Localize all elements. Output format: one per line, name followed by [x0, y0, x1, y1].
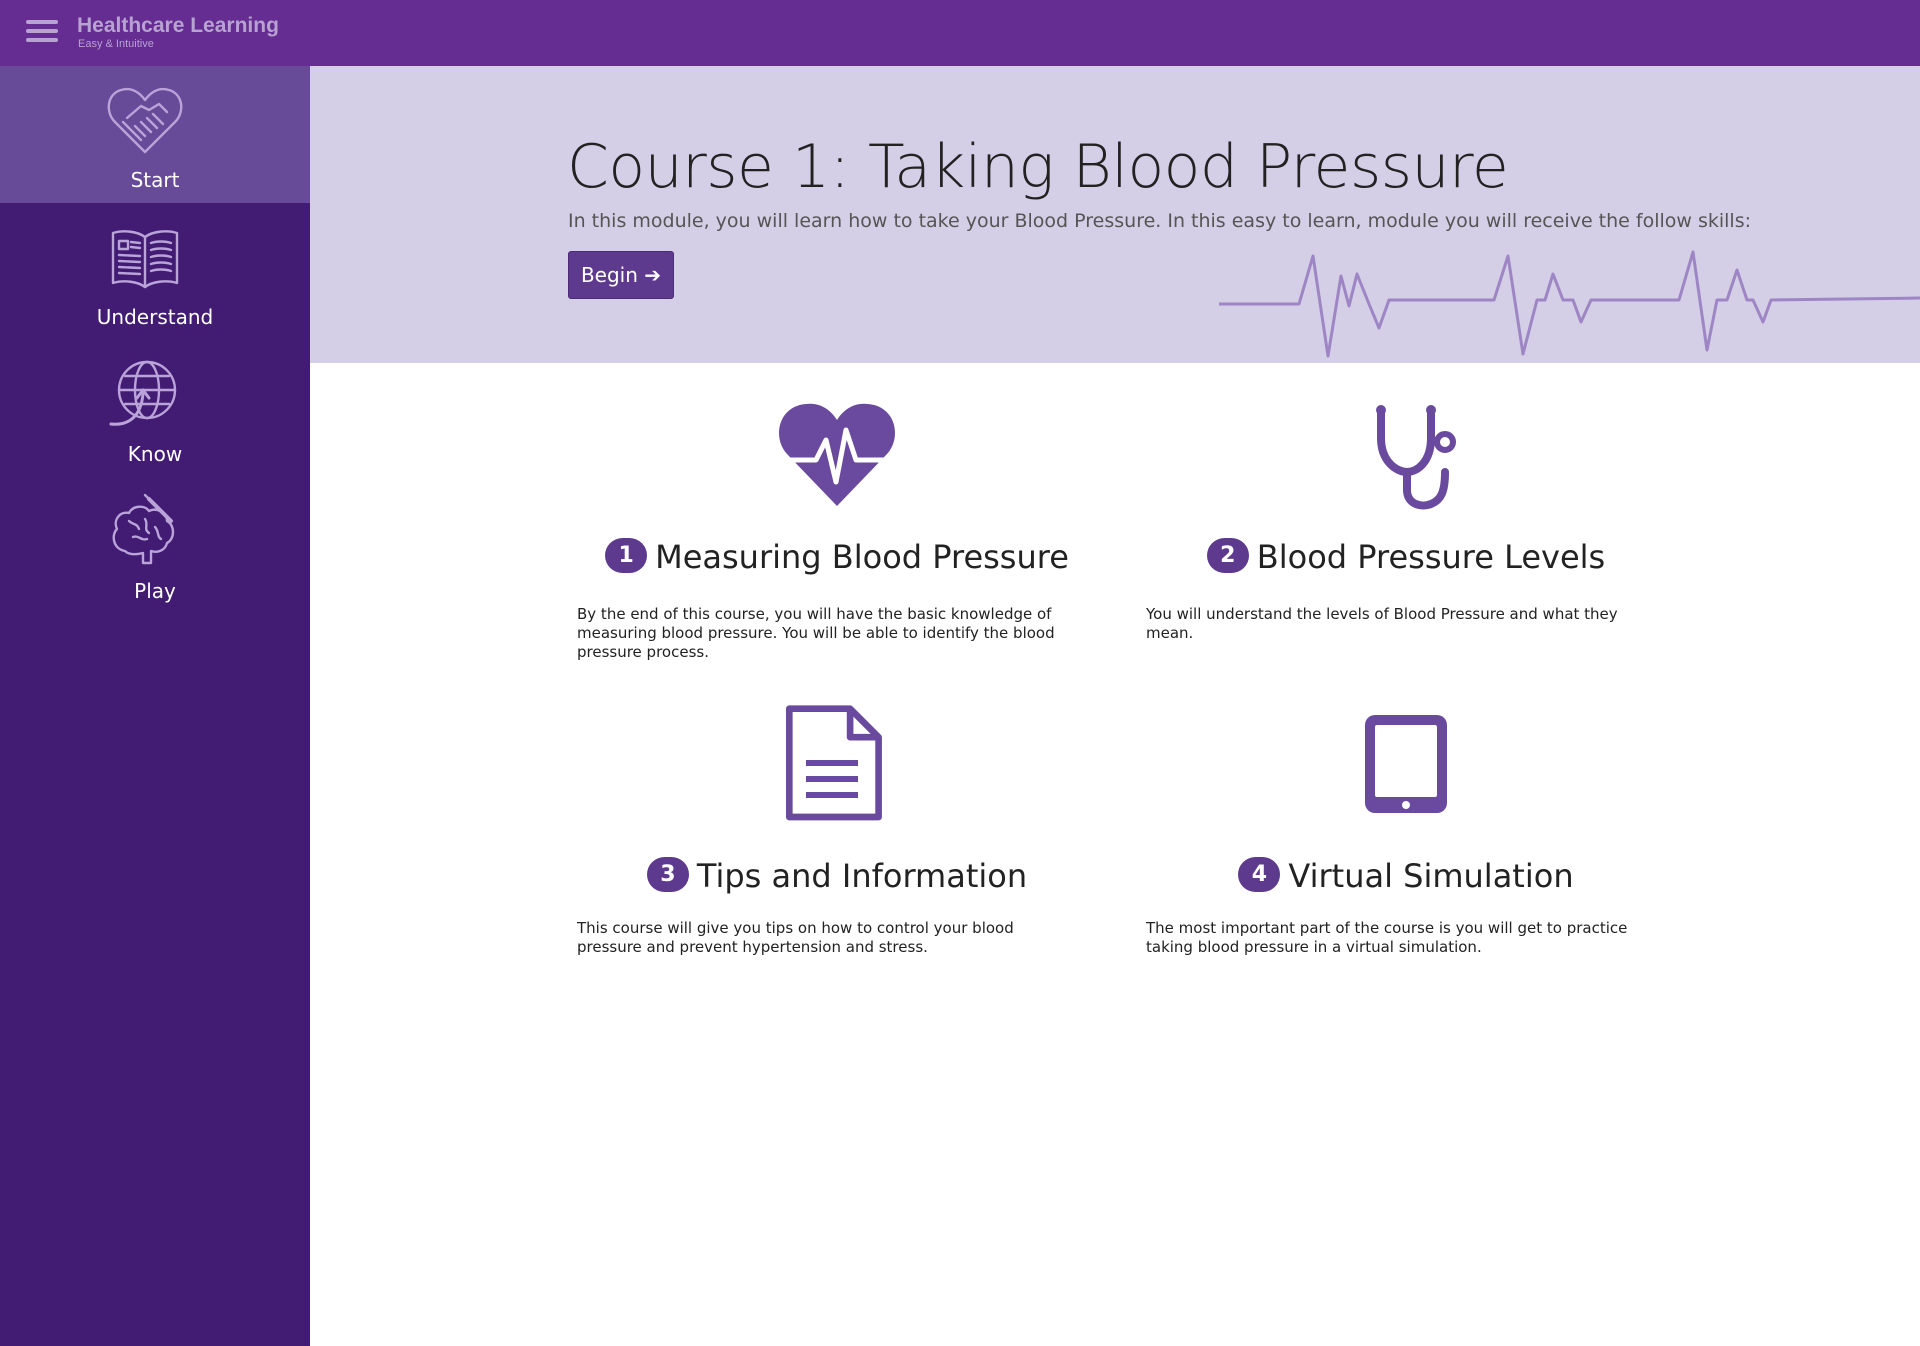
sidebar-item-know[interactable]: Know — [0, 340, 310, 477]
course-number-badge: 2 — [1206, 537, 1249, 573]
course-description: The most important part of the course is… — [1146, 919, 1628, 956]
course-heading: 2 Blood Pressure Levels — [1146, 537, 1666, 576]
course-title: Tips and Information — [696, 857, 1028, 895]
course-number-badge: 4 — [1238, 856, 1281, 892]
course-heading: 1 Measuring Blood Pressure — [577, 537, 1097, 576]
course-number-badge: 1 — [605, 537, 648, 573]
course-title: Virtual Simulation — [1288, 857, 1574, 895]
sidebar-item-label: Start — [130, 168, 180, 192]
arrow-right-icon: ➔ — [644, 263, 662, 287]
brand-title: Healthcare Learning — [77, 14, 279, 37]
brand-subtitle: Easy & Intuitive — [78, 38, 154, 50]
begin-button-label: Begin — [580, 263, 638, 287]
sidebar-item-label: Play — [134, 579, 176, 603]
sidebar-item-label: Know — [127, 442, 183, 466]
course-title: Measuring Blood Pressure — [655, 538, 1069, 576]
heart-pulse-icon — [779, 403, 895, 506]
course-description: By the end of this course, you will have… — [577, 605, 1055, 661]
course-heading: 3 Tips and Information — [577, 856, 1097, 895]
hamburger-menu-icon[interactable] — [26, 20, 58, 46]
course-number-badge: 3 — [646, 856, 689, 892]
tablet-icon — [1365, 715, 1447, 813]
course-card-4[interactable]: 4 Virtual Simulation The most important p… — [1146, 705, 1666, 975]
sidebar-item-label: Understand — [96, 305, 214, 329]
course-card-3[interactable]: 3 Tips and Information This course will g… — [577, 705, 1097, 975]
sidebar-item-play[interactable]: Play — [0, 477, 310, 614]
document-icon — [785, 705, 882, 821]
course-description: You will understand the levels of Blood … — [1146, 605, 1618, 642]
handshake-heart-icon — [107, 87, 183, 154]
hero-description: In this module, you will learn how to ta… — [568, 210, 1752, 232]
course-title: Blood Pressure Levels — [1256, 538, 1606, 576]
course-card-1[interactable]: 1 Measuring Blood Pressure By the end of … — [577, 400, 1097, 670]
sidebar-item-start[interactable]: Start — [0, 66, 310, 203]
globe-arrow-icon — [109, 360, 177, 426]
page-title: Course 1: Taking Blood Pressure — [567, 132, 1509, 202]
begin-button[interactable]: Begin ➔ — [568, 251, 674, 299]
brand[interactable]: Healthcare Learning Easy & Intuitive — [77, 14, 279, 50]
open-book-icon — [111, 230, 179, 289]
course-card-2[interactable]: 2 Blood Pressure Levels You will understa… — [1146, 400, 1666, 670]
ekg-line-icon — [1219, 250, 1920, 358]
course-heading: 4 Virtual Simulation — [1146, 856, 1666, 895]
sidebar: Start Understand Know Play — [0, 66, 310, 1346]
stethoscope-icon — [1376, 405, 1456, 510]
course-description: This course will give you tips on how to… — [577, 919, 1014, 956]
hero-banner: Course 1: Taking Blood Pressure In this … — [310, 66, 1920, 363]
top-bar: Healthcare Learning Easy & Intuitive — [0, 0, 1920, 66]
brain-scalpel-icon — [112, 493, 175, 565]
sidebar-item-understand[interactable]: Understand — [0, 203, 310, 340]
